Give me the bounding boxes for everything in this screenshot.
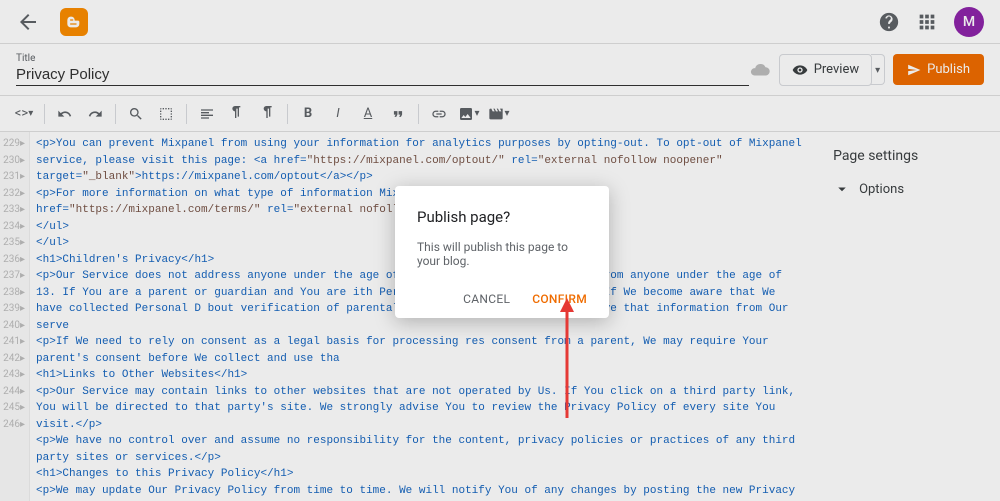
cancel-button[interactable]: CANCEL [463, 292, 510, 306]
dialog-title: Publish page? [417, 208, 587, 226]
dialog-body: This will publish this page to your blog… [417, 240, 587, 268]
annotation-arrow [558, 298, 576, 418]
publish-dialog: Publish page? This will publish this pag… [395, 186, 609, 318]
